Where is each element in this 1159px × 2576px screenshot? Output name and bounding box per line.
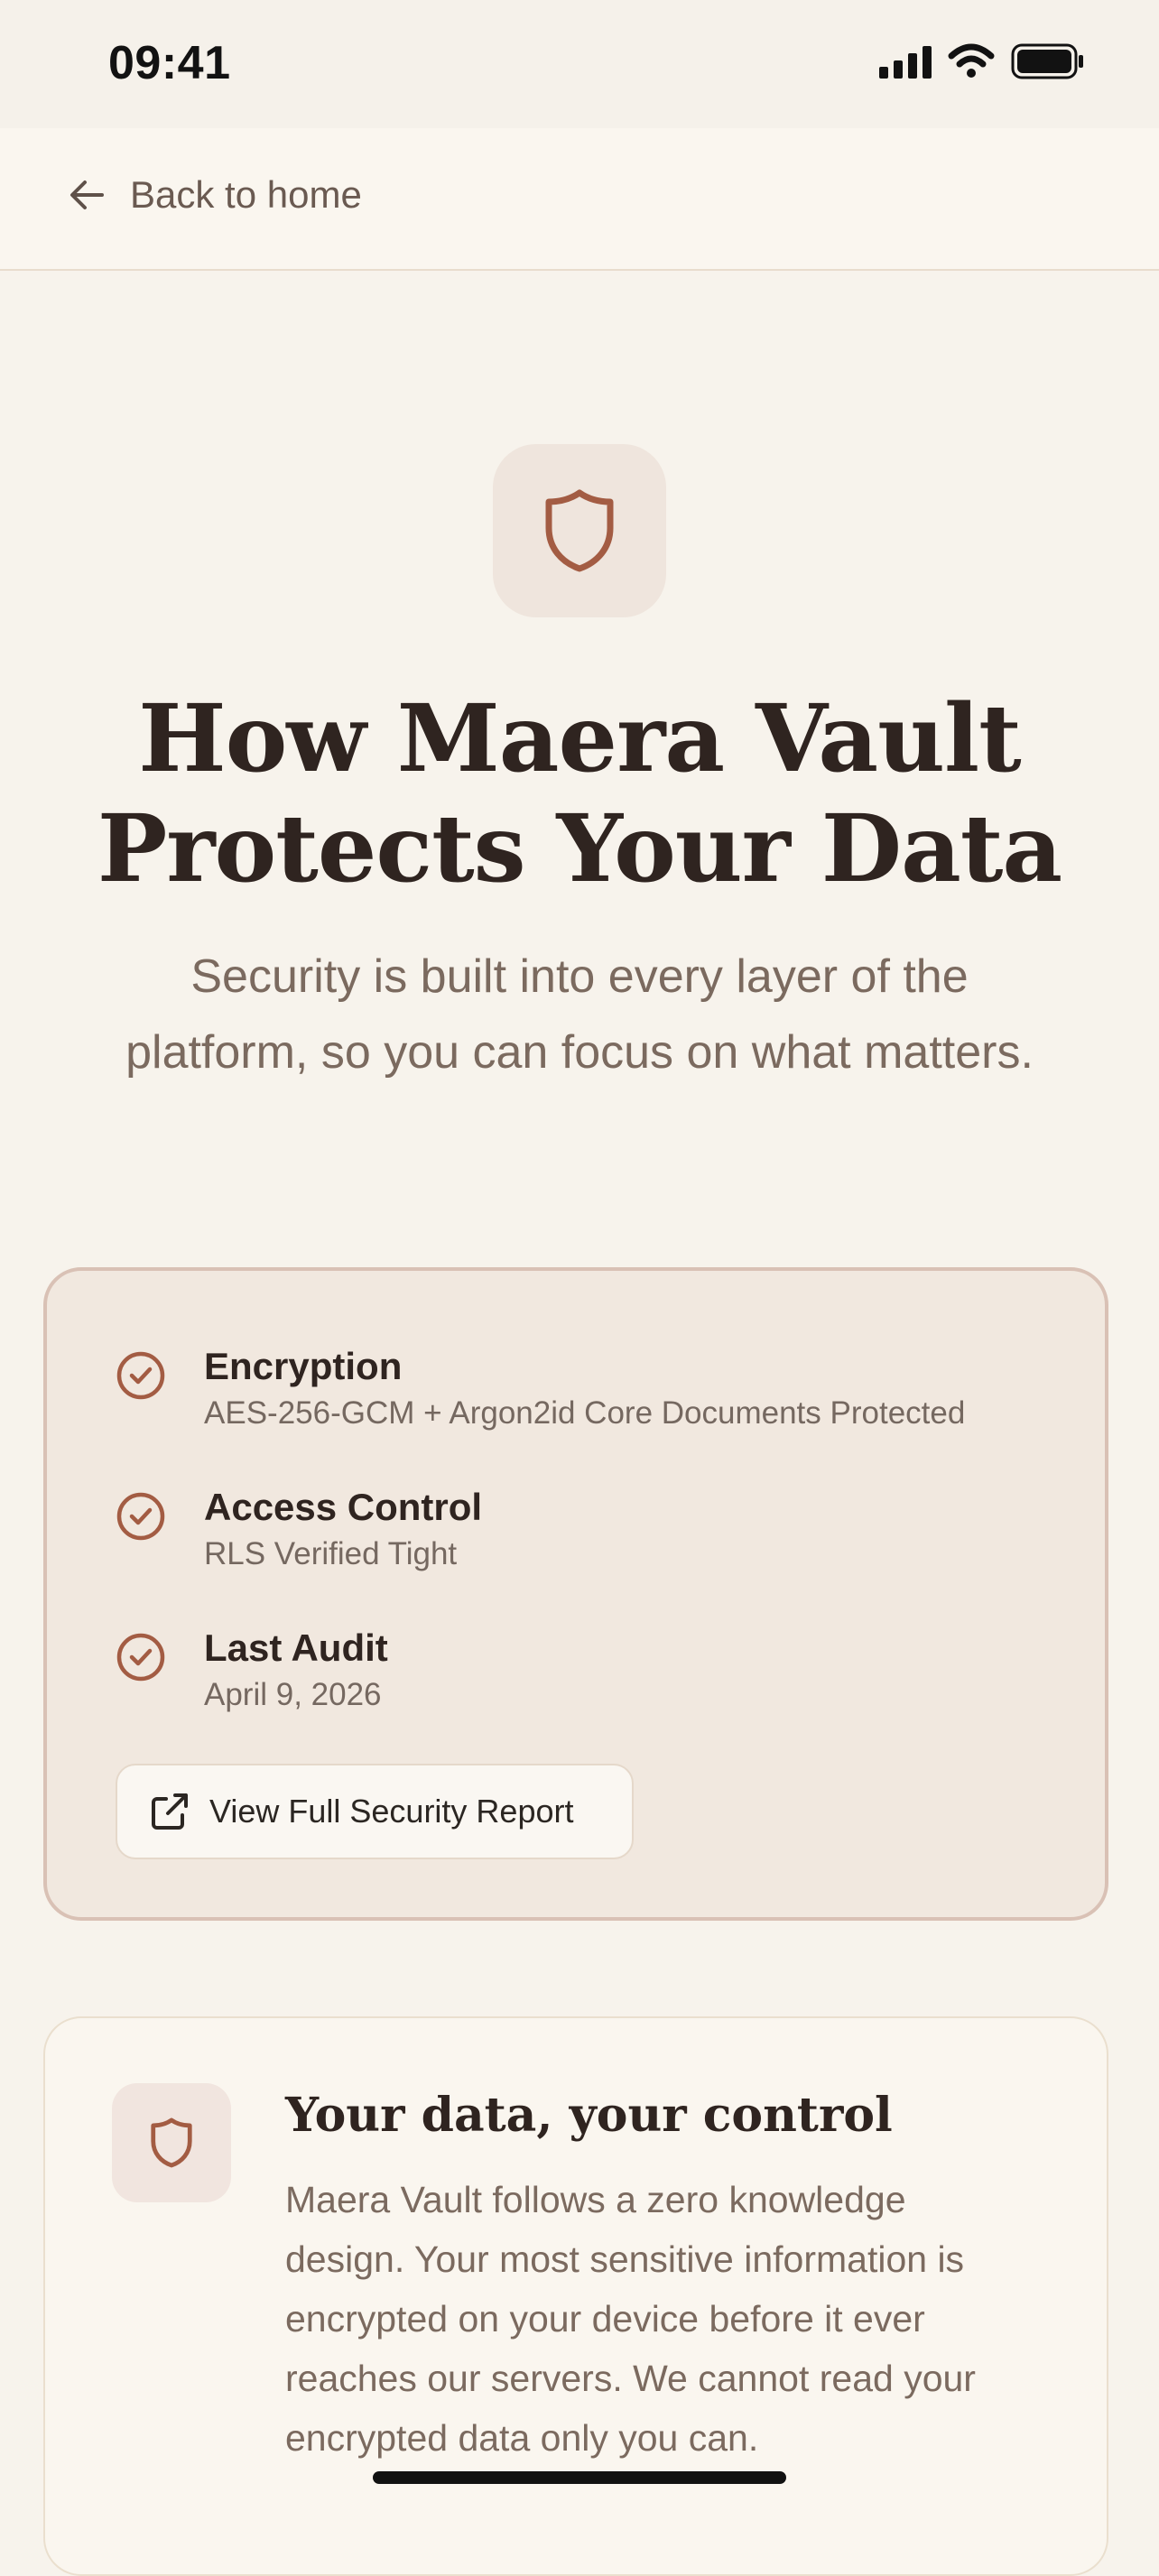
security-item-access-control: Access Control RLS Verified Tight: [116, 1484, 482, 1578]
report-button-label: View Full Security Report: [209, 1793, 574, 1830]
description-line: encrypted on your device before it ever: [285, 2298, 925, 2340]
status-time: 09:41: [108, 37, 231, 89]
status-bar: 09:41: [0, 0, 1159, 128]
security-item-title: Access Control: [204, 1486, 483, 1528]
page-title-line-2: Protects Your Data: [97, 794, 1062, 903]
back-to-home-link[interactable]: Back to home: [69, 173, 362, 217]
security-item-title: Last Audit: [204, 1626, 388, 1669]
security-item-value: RLS Verified Tight: [204, 1536, 458, 1571]
data-control-shield-badge: [112, 2083, 231, 2202]
security-item-value: AES-256-GCM + Argon2id Core Documents Pr…: [204, 1395, 966, 1431]
page-subtitle-line-2: platform, so you can focus on what matte…: [125, 1026, 1034, 1079]
check-circle-icon: [116, 1633, 165, 1682]
security-item-title: Encryption: [204, 1345, 403, 1387]
battery-icon: [1011, 43, 1083, 79]
description-line: Maera Vault follows a zero knowledge: [285, 2179, 906, 2220]
back-link-label: Back to home: [130, 173, 362, 216]
page-subtitle-line-1: Security is built into every layer of th…: [190, 950, 969, 1003]
security-item-text: Last Audit April 9, 2026: [204, 1625, 388, 1719]
check-circle-icon: [116, 1492, 165, 1541]
signal-icon: [879, 46, 932, 79]
security-item-text: Access Control RLS Verified Tight: [204, 1484, 482, 1578]
view-security-report-button[interactable]: View Full Security Report: [116, 1764, 634, 1859]
data-control-card: Your data, your control Maera Vault foll…: [43, 2016, 1108, 2576]
hero-shield-badge: [493, 444, 666, 617]
description-line: reaches our servers. We cannot read your: [285, 2358, 976, 2399]
security-item-text: Encryption AES-256-GCM + Argon2id Core D…: [204, 1343, 965, 1437]
check-circle-icon: [116, 1351, 165, 1400]
top-nav-header: Back to home: [0, 128, 1159, 271]
shield-icon: [545, 489, 614, 572]
page-title: How Maera Vault Protects Your Data: [83, 684, 1076, 904]
security-summary-card: Encryption AES-256-GCM + Argon2id Core D…: [43, 1267, 1108, 1921]
description-line: design. Your most sensitive information …: [285, 2238, 965, 2280]
security-item-value: April 9, 2026: [204, 1677, 382, 1712]
home-indicator[interactable]: [373, 2471, 786, 2484]
security-item-encryption: Encryption AES-256-GCM + Argon2id Core D…: [116, 1343, 965, 1437]
description-line: encrypted data only you can.: [285, 2417, 759, 2459]
page-subtitle: Security is built into every layer of th…: [54, 939, 1105, 1090]
data-control-title: Your data, your control: [285, 2088, 893, 2143]
wifi-icon: [948, 43, 995, 78]
external-link-icon: [152, 1793, 188, 1830]
data-control-description: Maera Vault follows a zero knowledge des…: [285, 2170, 1071, 2468]
page-title-line-1: How Maera Vault: [138, 684, 1021, 793]
shield-icon: [151, 2117, 192, 2168]
status-icons: [879, 43, 1085, 79]
security-item-last-audit: Last Audit April 9, 2026: [116, 1625, 388, 1719]
arrow-left-icon: [70, 181, 104, 209]
